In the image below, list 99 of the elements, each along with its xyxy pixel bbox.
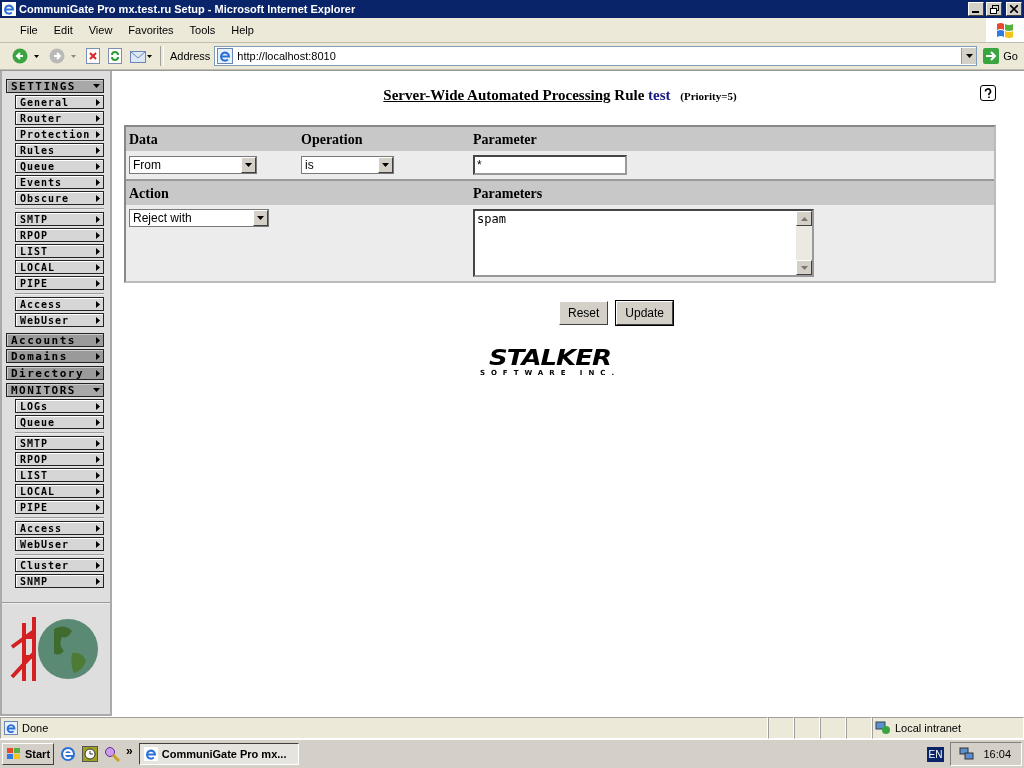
sidebar-section[interactable]: Accounts: [6, 333, 104, 347]
dropdown-caret-icon[interactable]: [34, 54, 39, 58]
status-text: Done: [22, 722, 49, 734]
sidebar-item[interactable]: LIST: [15, 468, 104, 482]
scrollbar[interactable]: [796, 211, 812, 275]
sidebar-section[interactable]: MONITORS: [6, 383, 104, 397]
form-button[interactable]: Update: [616, 301, 674, 325]
sidebar-item[interactable]: Router: [15, 111, 104, 125]
minimize-button[interactable]: [968, 2, 984, 16]
sidebar-item[interactable]: SMTP: [15, 436, 104, 450]
scroll-up-button[interactable]: [796, 211, 812, 226]
browser-icon: [143, 747, 158, 761]
action-select[interactable]: Reject with: [129, 209, 269, 227]
flag-icon: [6, 747, 22, 761]
go-button[interactable]: Go: [981, 48, 1024, 64]
browser-icon: [2, 2, 16, 16]
close-button[interactable]: [1006, 2, 1022, 16]
sidebar-item[interactable]: LOGs: [15, 399, 104, 413]
scroll-down-button[interactable]: [796, 260, 812, 275]
sidebar-item[interactable]: Obscure: [15, 191, 104, 205]
go-arrow-icon: [983, 48, 1000, 64]
sidebar-item[interactable]: General: [15, 95, 104, 109]
stop-page-icon: [86, 48, 100, 64]
menu-item[interactable]: File: [12, 24, 46, 36]
arrow-down-icon: [800, 265, 808, 270]
network-icon: [875, 721, 891, 735]
menu-item[interactable]: Help: [223, 24, 262, 36]
status-pane: [820, 717, 846, 739]
more-chevron[interactable]: »: [126, 744, 133, 758]
sidebar-item[interactable]: PIPE: [15, 276, 104, 290]
clock-time: 16:04: [983, 748, 1011, 760]
dropdown-arrow-icon: [382, 163, 389, 167]
page-icon: [4, 721, 18, 735]
dropdown-arrow-icon: [245, 163, 252, 167]
sidebar-item[interactable]: LIST: [15, 244, 104, 258]
sidebar-item[interactable]: Cluster: [15, 558, 104, 572]
start-button[interactable]: Start: [2, 743, 55, 765]
form-button[interactable]: Reset: [558, 301, 609, 325]
column-header: Parameter: [473, 132, 538, 149]
computers-icon[interactable]: [959, 746, 976, 762]
operation-select[interactable]: is: [301, 156, 394, 174]
page-heading: Server-Wide Automated Processing Rule test (Priority=5): [383, 86, 737, 104]
address-label: Address: [170, 50, 211, 62]
mail-button[interactable]: [128, 48, 154, 64]
refresh-button[interactable]: [106, 48, 124, 64]
caret-right-icon: [96, 369, 100, 377]
caret-down-icon: [93, 84, 100, 88]
sidebar-item[interactable]: Access: [15, 297, 104, 311]
sidebar-item[interactable]: Queue: [15, 159, 104, 173]
sidebar-section[interactable]: Domains: [6, 349, 104, 363]
sidebar-item[interactable]: Events: [15, 175, 104, 189]
sidebar-item[interactable]: SNMP: [15, 574, 104, 588]
flag-icon: [995, 21, 1015, 39]
column-header: Parameters: [473, 186, 544, 203]
sidebar-item[interactable]: Protection: [15, 127, 104, 141]
language-indicator[interactable]: EN: [926, 746, 945, 762]
sidebar-item[interactable]: LOCAL: [15, 260, 104, 274]
restore-button[interactable]: [986, 2, 1002, 16]
clock-icon[interactable]: [82, 746, 99, 762]
menu-item[interactable]: Favorites: [120, 24, 182, 36]
sidebar-item[interactable]: LOCAL: [15, 484, 104, 498]
magnifier-icon[interactable]: [104, 746, 121, 762]
taskbar-window-button[interactable]: CommuniGate Pro mx...: [138, 743, 299, 765]
close-icon: [1010, 5, 1018, 13]
menu-item[interactable]: Tools: [181, 24, 224, 36]
page-icon: [217, 48, 234, 64]
menu-item[interactable]: Edit: [45, 24, 81, 36]
stop-button[interactable]: [84, 48, 102, 64]
sidebar-item[interactable]: Rules: [15, 143, 104, 157]
parameter-field[interactable]: *: [473, 155, 627, 175]
sidebar-item[interactable]: WebUser: [15, 313, 104, 327]
sidebar-item[interactable]: SMTP: [15, 212, 104, 226]
column-header: Action: [129, 186, 170, 203]
window-title: CommuniGate Pro mx.test.ru Setup - Microsoft Internet Explorer: [19, 3, 357, 15]
help-button[interactable]: [980, 85, 996, 101]
sidebar-item[interactable]: PIPE: [15, 500, 104, 514]
envelope-icon: [130, 48, 152, 64]
column-header: Operation: [301, 132, 364, 149]
sidebar-section[interactable]: Directory: [6, 366, 104, 380]
sidebar-item[interactable]: RPOP: [15, 452, 104, 466]
help-icon: [982, 87, 994, 99]
address-field[interactable]: http://localhost:8010: [214, 46, 978, 66]
browser-icon[interactable]: [60, 746, 77, 762]
parameters-textarea[interactable]: spam: [473, 209, 814, 277]
menu-item[interactable]: View: [80, 24, 121, 36]
column-header: Data: [129, 132, 159, 149]
caret-down-icon: [93, 388, 100, 392]
status-pane: [794, 717, 820, 739]
restore-icon: [989, 4, 999, 14]
sidebar-item[interactable]: Queue: [15, 415, 104, 429]
sidebar-item[interactable]: Access: [15, 521, 104, 535]
sidebar-item[interactable]: WebUser: [15, 537, 104, 551]
data-select[interactable]: From: [129, 156, 257, 174]
dropdown-arrow-icon: [257, 216, 264, 220]
sidebar-item[interactable]: RPOP: [15, 228, 104, 242]
arrow-up-icon: [800, 216, 808, 221]
refresh-page-icon: [108, 48, 122, 64]
sidebar-section[interactable]: SETTINGS: [6, 79, 104, 93]
zone-text: Local intranet: [895, 722, 962, 734]
